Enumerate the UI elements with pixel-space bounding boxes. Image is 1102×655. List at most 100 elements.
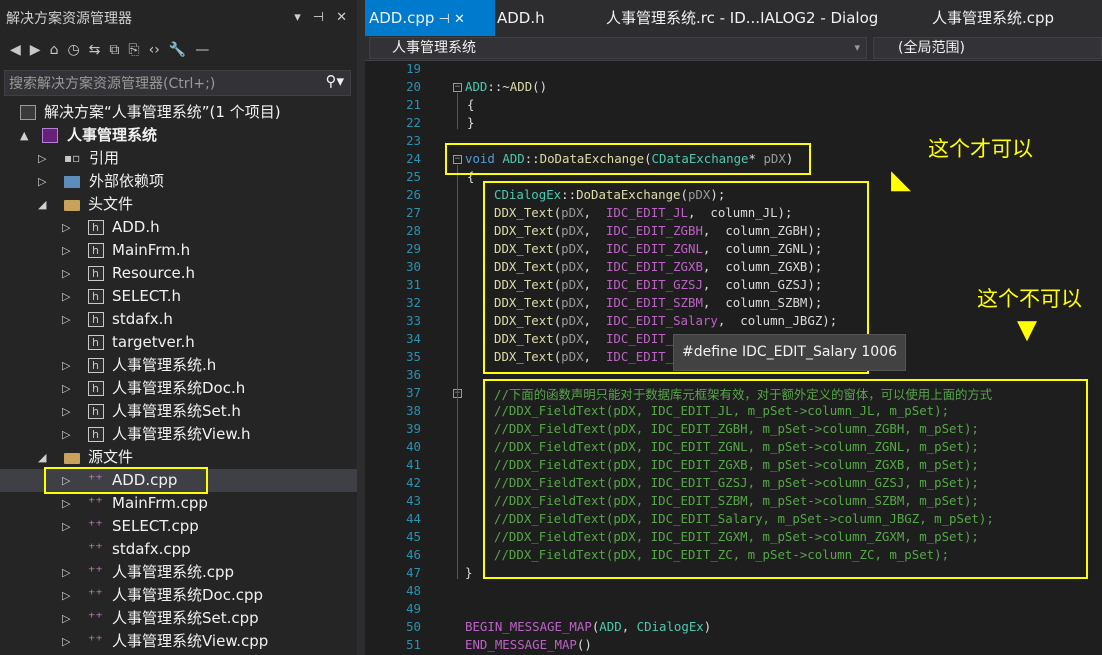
annotation-ok: 这个才可以 <box>928 137 1033 161</box>
expand-arrow-icon[interactable]: ◢ <box>38 193 46 216</box>
editor-tab[interactable]: 人事管理系统.rc - ID...IALOG2 - Dialog <box>606 0 878 36</box>
sync-icon[interactable]: ⇆ <box>89 42 101 58</box>
tree-item[interactable]: 解决方案“人事管理系统”(1 个项目) <box>0 101 357 124</box>
tree-item[interactable]: targetver.h <box>0 331 357 354</box>
line-number: 26 <box>406 187 421 202</box>
tree-item[interactable]: ▷ ⁺⁺ 人事管理系统.cpp <box>0 561 357 584</box>
tab-pin-close-icon[interactable]: ⊣ ✕ <box>434 12 465 27</box>
expand-arrow-icon[interactable]: ▷ <box>62 515 70 538</box>
header-file-icon <box>88 285 104 308</box>
expand-arrow-icon[interactable]: ▷ <box>62 423 70 446</box>
code-line: } <box>467 115 474 130</box>
editor-tab[interactable]: ADD.h <box>497 0 545 36</box>
tree-item-label: 人事管理系统Set.cpp <box>112 609 259 627</box>
scope-label: 人事管理系统 <box>392 40 476 56</box>
line-number: 50 <box>406 619 421 634</box>
tree-item[interactable]: ▲ 人事管理系统 <box>0 124 357 147</box>
header-file-icon <box>88 331 104 354</box>
expand-arrow-icon[interactable]: ▷ <box>62 492 70 515</box>
panel-toolbar: ◀ ▶ ⌂ ◷ ⇆ ⧉ ⎘ ‹› 🔧 — <box>0 36 357 64</box>
fold-toggle-icon[interactable]: − <box>453 83 462 92</box>
tree-item[interactable]: ▷ 人事管理系统.h <box>0 354 357 377</box>
cpp-file-icon: ⁺⁺ <box>88 518 103 534</box>
line-number: 29 <box>406 241 421 256</box>
expand-arrow-icon[interactable]: ▷ <box>62 262 70 285</box>
tree-item-label: Resource.h <box>112 264 196 282</box>
tree-item[interactable]: ◢ 源文件 <box>0 446 357 469</box>
code-token: ::~ <box>487 79 510 94</box>
line-number: 42 <box>406 475 421 490</box>
tree-item-label: 人事管理系统Set.h <box>112 402 241 420</box>
tree-item[interactable]: ▷ 人事管理系统View.h <box>0 423 357 446</box>
expand-arrow-icon[interactable]: ▷ <box>38 147 46 170</box>
search-input[interactable]: 搜索解决方案资源管理器(Ctrl+;) ⚲▾ <box>4 70 351 96</box>
back-icon[interactable]: ◀ <box>10 42 21 58</box>
tree-item[interactable]: ▷ ▪▫ 引用 <box>0 147 357 170</box>
tree-item[interactable]: ▷ 人事管理系统Doc.h <box>0 377 357 400</box>
home-icon[interactable]: ⌂ <box>50 42 59 58</box>
tree-item[interactable]: ▷ ⁺⁺ MainFrm.cpp <box>0 492 357 515</box>
code-icon[interactable]: ‹› <box>149 42 160 58</box>
tab-label: 人事管理系统.cpp <box>932 9 1055 27</box>
pin-icon[interactable]: ⊣ <box>313 10 324 25</box>
code-area[interactable]: 19 20 ADD::~ADD() −21{22} 23 24 void ADD::DoDa… <box>365 61 1102 655</box>
tab-label: 人事管理系统.rc - ID...IALOG2 - Dialog <box>606 9 879 27</box>
history-icon[interactable]: ◷ <box>67 42 79 58</box>
expand-arrow-icon[interactable]: ▷ <box>62 400 70 423</box>
editor-tab[interactable]: 人事管理系统.cpp <box>932 0 1054 36</box>
expand-arrow-icon[interactable]: ▲ <box>20 124 28 147</box>
tree-item[interactable]: ▷ SELECT.h <box>0 285 357 308</box>
tree-item[interactable]: ▷ ⁺⁺ 人事管理系统Doc.cpp <box>0 584 357 607</box>
code-token: } <box>465 565 473 580</box>
line-number: 20 <box>406 79 421 94</box>
dropdown-icon[interactable]: ▾ <box>294 10 301 25</box>
line-number: 21 <box>406 97 421 112</box>
expand-arrow-icon[interactable]: ▷ <box>38 170 46 193</box>
code-token: BEGIN_MESSAGE_MAP <box>465 619 592 634</box>
collapse-icon[interactable]: ⧉ <box>109 42 119 58</box>
tree-item[interactable]: ⁺⁺ stdafx.cpp <box>0 538 357 561</box>
expand-arrow-icon[interactable]: ▷ <box>62 630 70 653</box>
line-number: 45 <box>406 529 421 544</box>
expand-arrow-icon[interactable]: ▷ <box>62 354 70 377</box>
tree-item-label: 解决方案“人事管理系统”(1 个项目) <box>44 103 281 121</box>
expand-arrow-icon[interactable]: ▷ <box>62 561 70 584</box>
expand-arrow-icon[interactable]: ▷ <box>62 308 70 331</box>
expand-arrow-icon[interactable]: ▷ <box>62 584 70 607</box>
line-number: 37 <box>406 385 421 400</box>
forward-icon[interactable]: ▶ <box>30 42 41 58</box>
code-token: ADD <box>465 79 488 94</box>
wrench-icon[interactable]: 🔧 <box>169 42 186 58</box>
tree-item[interactable]: ▷ ADD.h <box>0 216 357 239</box>
expand-arrow-icon[interactable]: ▷ <box>62 216 70 239</box>
tree-item[interactable]: ◢ 头文件 <box>0 193 357 216</box>
expand-arrow-icon[interactable]: ◢ <box>38 446 46 469</box>
outline-guide <box>457 399 458 561</box>
code-editor: ADD.cpp ⊣ ✕ ADD.h 人事管理系统.rc - ID...IALOG2 … <box>365 0 1102 655</box>
project-icon <box>42 128 58 143</box>
expand-arrow-icon[interactable]: ▷ <box>62 285 70 308</box>
tree-item[interactable]: ▷ ⁺⁺ 人事管理系统Set.cpp <box>0 607 357 630</box>
tree-item[interactable]: ▷ ⁺⁺ 人事管理系统View.cpp <box>0 630 357 653</box>
scope-dropdown[interactable]: 人事管理系统 ▾ <box>369 37 867 59</box>
member-dropdown[interactable]: (全局范围) <box>873 37 1102 59</box>
code-token: END_MESSAGE_MAP <box>465 637 577 652</box>
tree-item[interactable]: ▷ 外部依赖项 <box>0 170 357 193</box>
panel-splitter[interactable] <box>357 0 365 655</box>
code-token: ADD <box>509 79 533 94</box>
editor-tab[interactable]: ADD.cpp ⊣ ✕ <box>365 0 495 36</box>
tree-item[interactable]: ▷ stdafx.h <box>0 308 357 331</box>
minus-icon[interactable]: — <box>195 42 209 58</box>
tree-item[interactable]: ▷ Resource.h <box>0 262 357 285</box>
copy-icon[interactable]: ⎘ <box>128 42 139 58</box>
expand-arrow-icon[interactable]: ▷ <box>62 239 70 262</box>
expand-arrow-icon[interactable]: ▷ <box>62 377 70 400</box>
tree-item[interactable]: ▷ 人事管理系统Set.h <box>0 400 357 423</box>
tree-item[interactable]: ▷ ⁺⁺ SELECT.cpp <box>0 515 357 538</box>
search-icon[interactable]: ⚲▾ <box>325 72 344 90</box>
close-icon[interactable]: ✕ <box>336 10 347 25</box>
expand-arrow-icon[interactable]: ▷ <box>62 607 70 630</box>
tree-item-label: SELECT.h <box>112 287 181 305</box>
tree-item-label: targetver.h <box>112 333 195 351</box>
tree-item[interactable]: ▷ MainFrm.h <box>0 239 357 262</box>
